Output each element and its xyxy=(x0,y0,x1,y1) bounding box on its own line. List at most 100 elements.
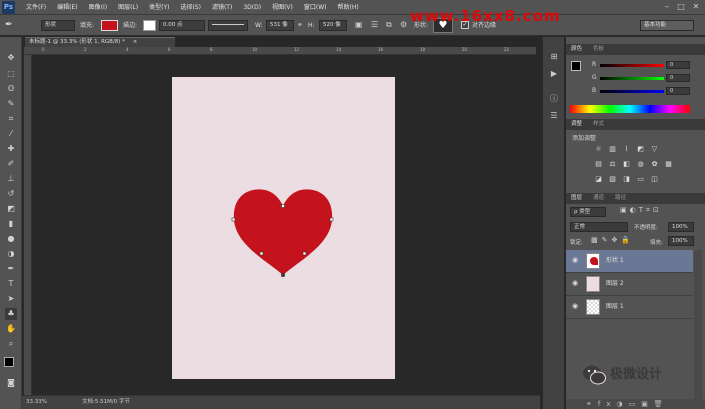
document-canvas[interactable] xyxy=(172,77,395,379)
color-balance-icon[interactable]: ⚖ xyxy=(608,160,617,169)
red-slider[interactable] xyxy=(600,64,664,67)
menu-file[interactable]: 文件(F) xyxy=(26,0,46,15)
invert-icon[interactable]: ◪ xyxy=(594,175,603,184)
quick-mask-icon[interactable]: ◙ xyxy=(5,377,17,389)
quick-select-tool-icon[interactable]: ✎ xyxy=(5,98,17,110)
selective-color-icon[interactable]: ◫ xyxy=(650,175,659,184)
actions-panel-icon[interactable]: ▶ xyxy=(548,68,560,80)
channel-mixer-icon[interactable]: ✿ xyxy=(650,160,659,169)
threshold-icon[interactable]: ◨ xyxy=(622,175,631,184)
zoom-tool-icon[interactable]: ⌕ xyxy=(5,338,17,350)
tab-channels[interactable]: 通道 xyxy=(593,193,604,204)
path-alignment-icon[interactable]: ☰ xyxy=(371,20,378,29)
tab-adjustments[interactable]: 调整 xyxy=(571,119,582,130)
tab-color[interactable]: 颜色 xyxy=(571,44,582,55)
stroke-type-select[interactable] xyxy=(208,20,248,31)
document-tab[interactable]: 未标题-1 @ 33.3% (形状 1, RGB/8) * × xyxy=(25,37,175,47)
layer-name[interactable]: 形状 1 xyxy=(606,250,624,272)
gradient-tool-icon[interactable]: ▮ xyxy=(5,218,17,230)
exposure-icon[interactable]: ◩ xyxy=(636,145,645,154)
lasso-tool-icon[interactable]: ʘ xyxy=(5,83,17,95)
type-tool-icon[interactable]: T xyxy=(5,278,17,290)
custom-shape-tool-icon[interactable]: ♣ xyxy=(5,308,17,320)
layer-filter-icons[interactable]: ▣◐T⌗⊡ xyxy=(620,206,690,217)
brightness-contrast-icon[interactable]: ☼ xyxy=(594,145,603,154)
layer-row-layer-1[interactable]: ◉ 图层 1 xyxy=(566,296,693,319)
stroke-width-input[interactable]: 0.00 点 xyxy=(159,20,205,31)
blur-tool-icon[interactable]: ● xyxy=(5,233,17,245)
hue-saturation-icon[interactable]: ▤ xyxy=(594,160,603,169)
menu-filter[interactable]: 滤镜(T) xyxy=(212,0,232,15)
fill-input[interactable]: 100% xyxy=(668,236,694,246)
lock-icons[interactable]: ▩✎✥🔒 xyxy=(591,236,634,244)
close-button[interactable]: ✕ xyxy=(691,2,701,12)
color-lookup-icon[interactable]: ▦ xyxy=(664,160,673,169)
red-value[interactable]: 0 xyxy=(666,61,690,69)
height-input[interactable]: 520 像 xyxy=(319,20,347,31)
layer-row-layer-2[interactable]: ◉ 图层 2 xyxy=(566,273,693,296)
blue-slider[interactable] xyxy=(600,90,664,93)
clone-stamp-tool-icon[interactable]: ⊥ xyxy=(5,173,17,185)
geometry-options-icon[interactable]: ⚙ xyxy=(400,20,407,29)
link-icon[interactable]: ⚭ xyxy=(297,21,303,29)
hand-tool-icon[interactable]: ✋ xyxy=(5,323,17,335)
path-arrangement-icon[interactable]: ⧉ xyxy=(386,20,392,30)
move-tool-icon[interactable]: ✥ xyxy=(5,52,17,64)
dodge-tool-icon[interactable]: ◑ xyxy=(5,248,17,260)
tool-mode-select[interactable]: 形状 xyxy=(41,20,75,31)
width-input[interactable]: 531 像 xyxy=(266,20,294,31)
green-slider[interactable] xyxy=(600,77,664,80)
layer-name[interactable]: 图层 2 xyxy=(606,273,624,295)
layer-filter-select[interactable]: ρ 类型 xyxy=(570,207,606,217)
tab-layers[interactable]: 图层 xyxy=(571,193,582,204)
properties-panel-icon[interactable]: ☰ xyxy=(548,110,560,122)
opacity-input[interactable]: 100% xyxy=(668,222,694,232)
menu-window[interactable]: 窗口(W) xyxy=(304,0,327,15)
eraser-tool-icon[interactable]: ◩ xyxy=(5,203,17,215)
levels-icon[interactable]: ▥ xyxy=(608,145,617,154)
menu-edit[interactable]: 编辑(E) xyxy=(57,0,77,15)
layer-name[interactable]: 图层 1 xyxy=(606,296,624,318)
minimize-button[interactable]: – xyxy=(662,2,672,12)
layer-row-shape-1[interactable]: ◉ 形状 1 xyxy=(566,250,693,273)
menu-type[interactable]: 类型(Y) xyxy=(149,0,169,15)
green-value[interactable]: 0 xyxy=(666,74,690,82)
menu-layer[interactable]: 图层(L) xyxy=(118,0,138,15)
color-panel-foreground-swatch[interactable] xyxy=(571,61,581,71)
path-operations-icon[interactable]: ▣ xyxy=(355,20,363,29)
visibility-eye-icon[interactable]: ◉ xyxy=(572,302,578,310)
info-panel-icon[interactable]: ⓘ xyxy=(548,93,560,105)
history-brush-tool-icon[interactable]: ↺ xyxy=(5,188,17,200)
brush-tool-icon[interactable]: ✐ xyxy=(5,158,17,170)
fill-color-swatch[interactable] xyxy=(101,20,118,31)
history-panel-icon[interactable]: ⊞ xyxy=(548,51,560,63)
menu-select[interactable]: 选择(S) xyxy=(180,0,201,15)
stroke-color-swatch[interactable] xyxy=(143,20,156,31)
heart-shape-layer[interactable] xyxy=(172,77,395,379)
layers-scrollbar[interactable] xyxy=(694,250,702,400)
blue-value[interactable]: 0 xyxy=(666,87,690,95)
eyedropper-tool-icon[interactable]: ⁄ xyxy=(5,128,17,140)
crop-tool-icon[interactable]: ⌗ xyxy=(5,113,17,125)
maximize-button[interactable]: □ xyxy=(676,2,686,12)
foreground-color-swatch[interactable] xyxy=(4,357,14,367)
marquee-tool-icon[interactable]: ⬚ xyxy=(5,68,17,80)
pen-tool-preset-icon[interactable]: ✒ xyxy=(5,19,19,32)
posterize-icon[interactable]: ▧ xyxy=(608,175,617,184)
black-white-icon[interactable]: ◧ xyxy=(622,160,631,169)
menu-image[interactable]: 图像(I) xyxy=(89,0,107,15)
workspace-select[interactable]: 基本功能 xyxy=(640,20,694,31)
visibility-eye-icon[interactable]: ◉ xyxy=(572,279,578,287)
menu-help[interactable]: 帮助(H) xyxy=(338,0,359,15)
menu-3d[interactable]: 3D(D) xyxy=(243,0,261,15)
menu-view[interactable]: 视图(V) xyxy=(272,0,293,15)
path-selection-tool-icon[interactable]: ➤ xyxy=(5,293,17,305)
blend-mode-select[interactable]: 正常 xyxy=(570,222,628,232)
tab-swatches[interactable]: 色板 xyxy=(593,44,604,55)
visibility-eye-icon[interactable]: ◉ xyxy=(572,256,578,264)
pen-tool-icon[interactable]: ✒ xyxy=(5,263,17,275)
color-spectrum[interactable] xyxy=(570,105,690,113)
vibrance-icon[interactable]: ▽ xyxy=(650,145,659,154)
close-tab-icon[interactable]: × xyxy=(133,39,138,45)
layers-footer-buttons[interactable]: ⚭fx◑▭▣🗑 xyxy=(566,399,705,409)
